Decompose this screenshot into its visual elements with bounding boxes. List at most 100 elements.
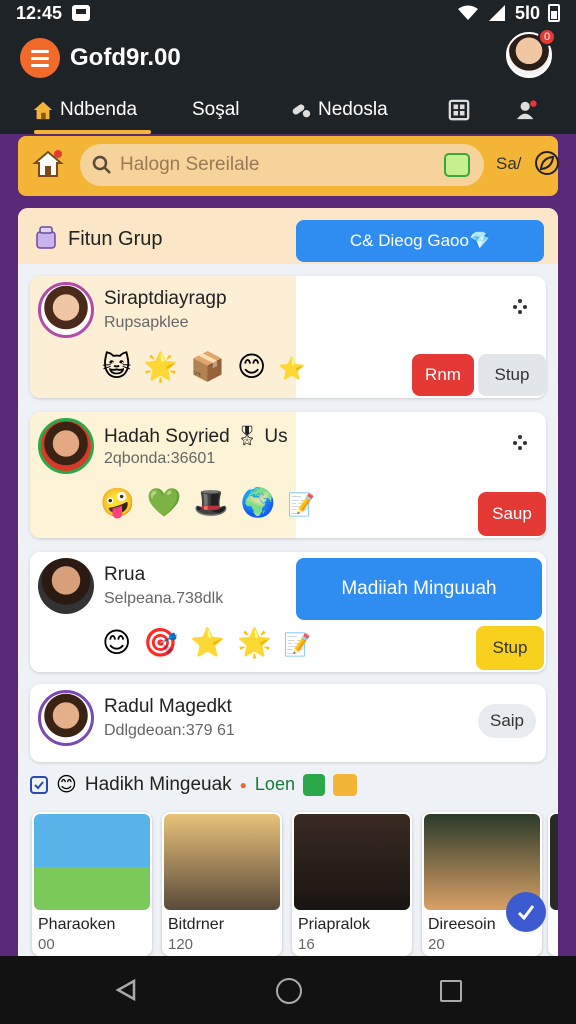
- face-icon: 😺: [102, 351, 132, 382]
- app-bar: Gofd9r.00 0 Ndbenda Soşal Nedosla: [0, 26, 576, 134]
- thumb-count: 120: [168, 936, 194, 953]
- globe-icon: 🌍: [240, 487, 276, 518]
- search-icon: [92, 155, 111, 174]
- avatar: [38, 558, 94, 614]
- card-name: Radul Magedkt: [104, 696, 232, 717]
- reject-button[interactable]: Rnm: [412, 354, 474, 396]
- tab-label: Ndbenda: [60, 99, 138, 120]
- panel-title: Fitun Grup: [68, 228, 163, 250]
- smile-icon: 😊: [56, 774, 77, 796]
- setup-button[interactable]: Saup: [478, 492, 546, 536]
- status-bar: 12:45 5l0: [0, 0, 576, 26]
- user-add-icon: [516, 100, 537, 120]
- star-icon: 🌟: [143, 351, 179, 382]
- tab-home[interactable]: Ndbenda: [24, 86, 152, 134]
- setup-button[interactable]: Saip: [478, 704, 536, 738]
- score-label: Sa/: [496, 154, 522, 173]
- search-input[interactable]: [120, 154, 420, 176]
- back-icon[interactable]: [114, 978, 138, 1002]
- group-card[interactable]: Siraptdiayragp Rupsapklee 😺 🌟 📦 😊 ⭐ Rnm Stup: [30, 276, 546, 398]
- section-link[interactable]: Loen: [255, 774, 295, 795]
- house-icon: [33, 101, 53, 120]
- star-icon: 💚: [146, 487, 182, 518]
- bell-icon: 🎯: [143, 627, 179, 658]
- smile-icon: 😊: [236, 351, 267, 382]
- thumb-title: Direesoin: [428, 916, 496, 933]
- video-thumb[interactable]: Direesoin 20: [422, 812, 542, 956]
- thumb-image: [550, 814, 558, 910]
- tab-social[interactable]: Soşal: [184, 86, 248, 134]
- reaction-icons: 🤪 💚 🎩 🌍 📝: [100, 486, 315, 519]
- check-icon[interactable]: [444, 153, 470, 177]
- setup-button[interactable]: Stup: [476, 626, 544, 670]
- reaction-icons: 😊 🎯 ⭐ 🌟 📝: [102, 626, 311, 659]
- system-nav-bar: [0, 956, 576, 1024]
- thumb-count: 20: [428, 936, 445, 953]
- menu-button[interactable]: [20, 38, 60, 78]
- status-right: 5l0: [457, 3, 560, 24]
- group-card[interactable]: Radul Magedkt Ddlgdeoan:379 61 Saip: [30, 684, 546, 762]
- battery-icon: [548, 4, 560, 22]
- reward-callout[interactable]: Madiiah Minguuah: [296, 558, 542, 620]
- tab-label: Nedosla: [318, 99, 388, 120]
- check-icon: [332, 773, 357, 796]
- check-icon: [517, 905, 535, 921]
- card-name: Rrua: [104, 564, 146, 585]
- box-icon: 📦: [190, 351, 225, 382]
- home-nav-icon[interactable]: [276, 978, 302, 1004]
- more-icon[interactable]: [512, 434, 528, 450]
- recent-apps-icon[interactable]: [440, 980, 462, 1002]
- avatar: [38, 690, 94, 746]
- leaf-icon[interactable]: [534, 150, 560, 176]
- avatar: [38, 418, 94, 474]
- tab-medicine[interactable]: Nedosla: [282, 86, 396, 134]
- card-name: Siraptdiayragp: [104, 288, 227, 309]
- section-title: Hadikh Mingeuak: [84, 773, 232, 795]
- smile-icon: 😊: [102, 627, 132, 658]
- section-header: 😊 Hadikh Mingeuak ● Loen: [30, 772, 357, 797]
- edit-fab[interactable]: [506, 892, 546, 932]
- setup-button[interactable]: Stup: [478, 354, 546, 396]
- app-title: Gofd9r.00: [70, 44, 181, 71]
- notification-badge: 0: [538, 28, 556, 46]
- tab-grid[interactable]: [440, 86, 478, 134]
- group-card[interactable]: Hadah Soyried 🎖 Us 2qbonda:36601 🤪 💚 🎩 🌍 📝 S…: [30, 412, 546, 538]
- thumb-image: [294, 814, 410, 910]
- home-icon[interactable]: [32, 148, 64, 180]
- group-card[interactable]: Rrua Selpeana.738dlk 😊 🎯 ⭐ 🌟 📝 Madiiah Mingu…: [30, 552, 546, 672]
- hat-icon: 🎩: [193, 487, 229, 518]
- status-text: 5l0: [514, 2, 540, 23]
- video-thumb[interactable]: Pharaoken 00: [32, 812, 152, 956]
- star-icon: ⭐: [278, 356, 306, 381]
- video-thumb[interactable]: Priapralok 16: [292, 812, 412, 956]
- notification-icon: [72, 5, 91, 21]
- thumb-image: [164, 814, 280, 910]
- status-time: 12:45: [16, 2, 63, 23]
- more-icon[interactable]: [512, 298, 528, 314]
- video-thumb[interactable]: Bitdrner 120: [162, 812, 282, 956]
- lightning-icon: [302, 773, 325, 796]
- face-icon: 🤪: [100, 487, 135, 518]
- thumb-title: Priapralok: [298, 916, 371, 933]
- grid-icon: [448, 99, 470, 121]
- thumb-title: Pharaoken: [38, 916, 116, 933]
- tab-user-add[interactable]: [508, 86, 546, 134]
- card-subtitle: Rupsapklee: [104, 314, 189, 331]
- dot-icon: ●: [239, 777, 247, 792]
- jar-icon: [36, 226, 56, 249]
- star-icon: 🌟: [236, 627, 272, 658]
- box-outline-icon: [30, 775, 48, 794]
- signal-icon: [488, 5, 505, 21]
- panel-action-button[interactable]: C& Dieog Gaoo💎: [296, 220, 544, 262]
- tab-bar: Ndbenda Soşal Nedosla: [0, 86, 576, 134]
- search-field[interactable]: [80, 144, 484, 186]
- group-panel: Fitun Grup C& Dieog Gaoo💎 Siraptdiayragp…: [18, 208, 558, 968]
- thumb-count: 00: [38, 936, 55, 953]
- card-name: Hadah Soyried 🎖 Us: [104, 426, 288, 447]
- video-thumb[interactable]: [548, 812, 558, 956]
- profile-avatar[interactable]: 0: [506, 28, 556, 78]
- thumb-image: [34, 814, 150, 910]
- card-subtitle: Selpeana.738dlk: [104, 590, 224, 607]
- pills-icon: [292, 104, 311, 118]
- edit-icon: 📝: [287, 492, 315, 517]
